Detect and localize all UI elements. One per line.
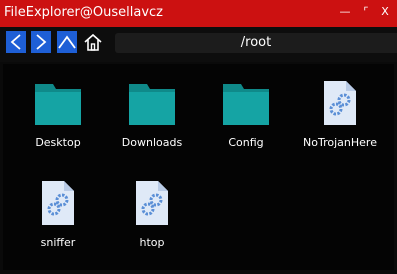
maximize-button[interactable]: ⌜ <box>357 3 375 21</box>
folder-item-downloads[interactable]: Downloads <box>105 64 199 149</box>
back-button[interactable] <box>6 31 26 53</box>
toolbar: /root <box>0 27 397 62</box>
home-icon <box>84 33 102 51</box>
item-label: Downloads <box>121 136 183 149</box>
chevron-right-icon <box>36 34 47 50</box>
file-item-sniffer[interactable]: sniffer <box>11 164 105 249</box>
window-title: FileExplorer@Ousellavcz <box>4 5 163 20</box>
forward-button[interactable] <box>31 31 51 53</box>
title-bar: FileExplorer@Ousellavcz — ⌜ X <box>0 0 397 27</box>
file-item-notrojanhere[interactable]: NoTrojanHere <box>293 64 387 149</box>
folder-item-config[interactable]: Config <box>199 64 293 149</box>
item-label: htop <box>139 236 165 249</box>
folder-icon <box>11 82 105 132</box>
gear-file-icon <box>293 80 387 130</box>
path-field[interactable]: /root <box>115 33 397 53</box>
folder-item-desktop[interactable]: Desktop <box>11 64 105 149</box>
folder-icon <box>199 82 293 132</box>
gear-file-icon <box>105 180 199 230</box>
chevron-left-icon <box>10 34 21 50</box>
item-label: Desktop <box>35 136 81 149</box>
up-button[interactable] <box>57 31 77 53</box>
item-label: NoTrojanHere <box>303 136 377 149</box>
minimize-button[interactable]: — <box>336 3 354 21</box>
file-item-htop[interactable]: htop <box>105 164 199 249</box>
folder-icon <box>105 82 199 132</box>
home-button[interactable] <box>83 31 103 53</box>
chevron-up-icon <box>58 35 76 49</box>
close-button[interactable]: X <box>376 3 394 21</box>
item-label: Config <box>228 136 264 149</box>
file-view: Desktop Downloads Config NoTrojanHere sn… <box>3 64 394 270</box>
gear-file-icon <box>11 180 105 230</box>
item-label: sniffer <box>40 236 76 249</box>
